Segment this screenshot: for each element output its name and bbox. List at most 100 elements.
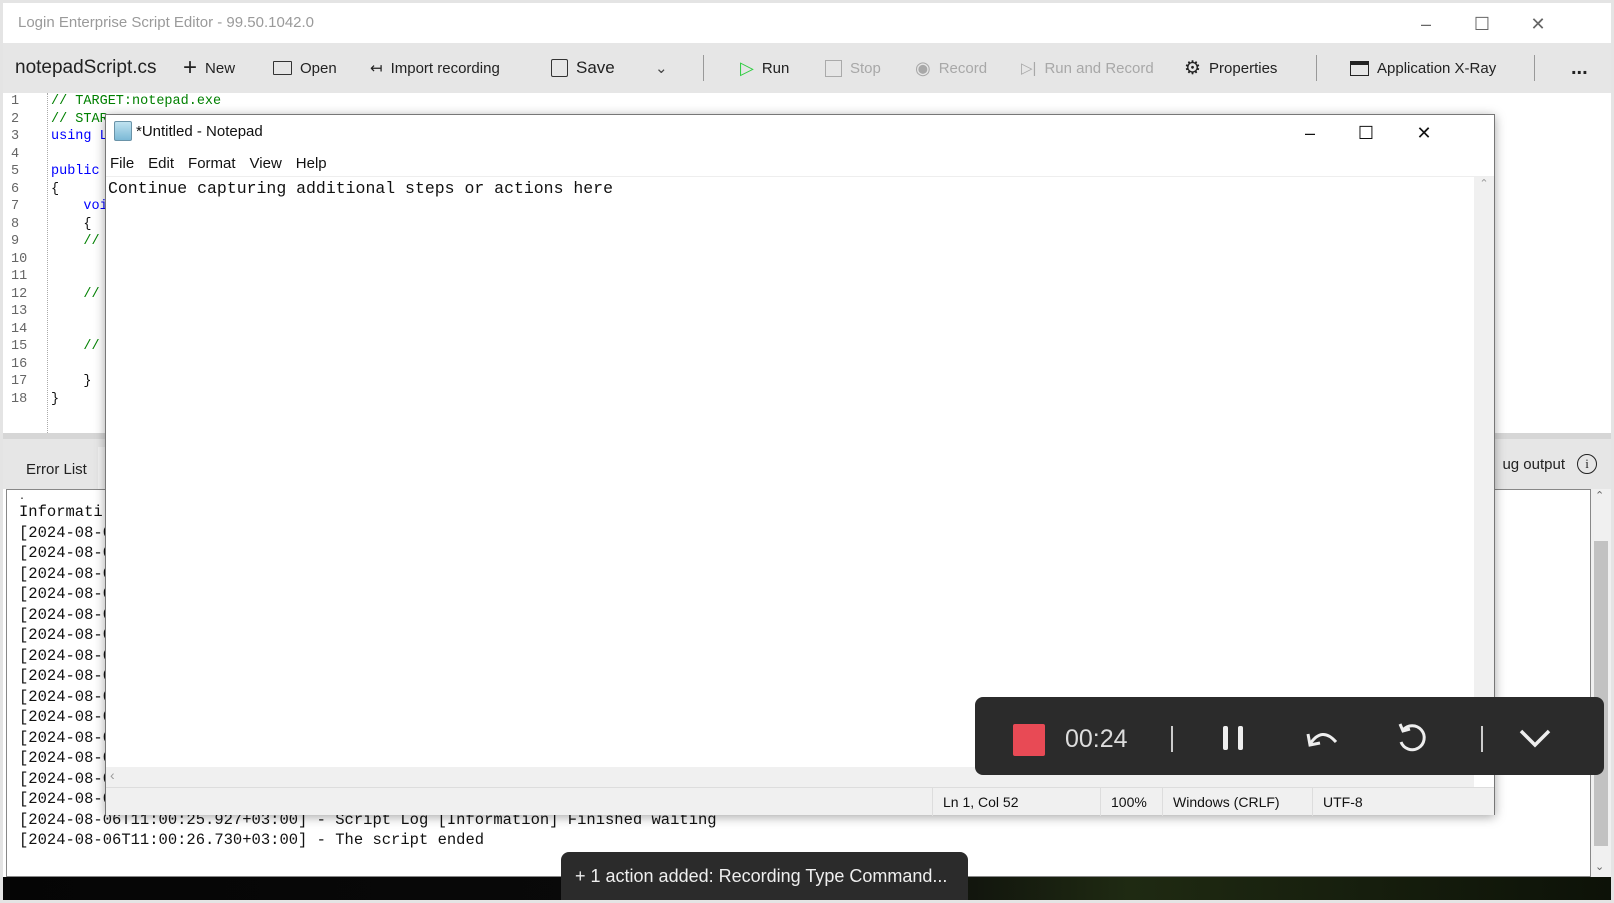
line-number: 14 [11, 321, 28, 337]
import-arrow-icon: ↤ [370, 60, 383, 77]
recorder-divider [1171, 726, 1173, 752]
menu-format[interactable]: Format [188, 155, 236, 172]
gutter-divider [47, 93, 48, 433]
pause-button[interactable] [1212, 716, 1256, 760]
toolbar-divider [703, 55, 704, 81]
line-number: 17 [11, 374, 28, 389]
notepad-status-bar: Ln 1, Col 52 100% Windows (CRLF) UTF-8 [106, 787, 1494, 816]
debug-output-label: ug output [1502, 455, 1565, 473]
recorder-divider [1481, 726, 1483, 752]
code-line: } [51, 374, 92, 389]
line-number: 3 [11, 129, 20, 144]
toolbar: notepadScript.cs + New Open ↤ Import recor… [3, 43, 1611, 93]
more-icon: ... [1571, 56, 1588, 79]
xray-label: Application X-Ray [1377, 59, 1497, 77]
code-line: // TARGET:notepad.exe [51, 94, 222, 109]
save-button[interactable]: Save [551, 43, 615, 93]
code-line: { [51, 181, 60, 197]
record-button[interactable]: ◉ Record [915, 43, 987, 93]
menu-file[interactable]: File [110, 155, 134, 172]
scroll-up-icon[interactable]: ⌃ [1479, 178, 1488, 190]
line-number: 1 [11, 94, 20, 109]
restart-button[interactable] [1390, 716, 1434, 760]
chevron-down-icon: ⌄ [655, 60, 668, 77]
log-line: [2024-08-06T11:00:26.730+03:00] - The sc… [19, 831, 485, 849]
minimize-button[interactable]: – [1403, 9, 1449, 39]
floppy-disk-icon [551, 59, 568, 77]
notepad-close-button[interactable]: ✕ [1396, 119, 1452, 147]
pause-icon [1223, 726, 1243, 750]
menu-help[interactable]: Help [296, 155, 327, 172]
code-line: // [51, 234, 100, 249]
code-line: // STAR [51, 111, 108, 127]
stop-button[interactable]: Stop [825, 43, 881, 93]
tab-error-list[interactable]: Error List [3, 447, 98, 489]
open-label: Open [300, 59, 337, 77]
line-number: 6 [11, 181, 20, 197]
chevron-down-icon [1519, 729, 1551, 748]
more-options-button[interactable]: ... [1571, 43, 1588, 93]
line-number: 16 [11, 356, 28, 372]
run-label: Run [761, 59, 790, 77]
maximize-button[interactable]: ☐ [1459, 9, 1505, 39]
save-label: Save [576, 58, 615, 77]
notepad-vertical-scrollbar[interactable]: ⌃ [1474, 177, 1494, 767]
window-title: Login Enterprise Script Editor - 99.50.1… [18, 14, 315, 31]
notepad-minimize-button[interactable]: – [1282, 119, 1338, 147]
play-icon: ▷ [740, 57, 754, 78]
notepad-title: *Untitled - Notepad [136, 123, 263, 140]
toolbar-divider [1534, 55, 1535, 81]
status-line-ending: Windows (CRLF) [1162, 788, 1312, 816]
code-line: voi [51, 199, 108, 214]
notepad-text-area[interactable]: Continue capturing additional steps or a… [108, 177, 1473, 767]
title-bar: Login Enterprise Script Editor - 99.50.1… [3, 3, 1611, 43]
toolbar-divider [1316, 55, 1317, 81]
status-zoom: 100% [1100, 788, 1162, 816]
open-button[interactable]: Open [273, 43, 337, 93]
line-number: 15 [11, 339, 28, 354]
status-encoding: UTF-8 [1312, 788, 1472, 816]
menu-view[interactable]: View [250, 155, 282, 172]
line-number: 18 [11, 391, 28, 407]
record-label: Record [938, 59, 988, 77]
notepad-maximize-button[interactable]: ☐ [1338, 119, 1394, 147]
scroll-down-icon[interactable]: ⌄ [1595, 860, 1604, 873]
scroll-left-icon[interactable]: ‹ [110, 767, 115, 783]
undo-button[interactable] [1300, 716, 1344, 760]
import-label: Import recording [390, 59, 500, 77]
log-scrollbar[interactable]: ⌃ ⌄ [1591, 489, 1611, 877]
undo-icon [1306, 733, 1338, 747]
menu-edit[interactable]: Edit [148, 155, 174, 172]
code-line: public [51, 164, 100, 179]
info-icon[interactable]: i [1577, 454, 1597, 474]
close-button[interactable]: ✕ [1515, 9, 1561, 39]
stop-icon [825, 59, 842, 77]
log-scrollbar-thumb[interactable] [1594, 541, 1608, 846]
line-number: 12 [11, 286, 28, 302]
gear-icon: ⚙ [1184, 57, 1202, 79]
scroll-up-icon[interactable]: ⌃ [1595, 489, 1604, 502]
code-line: } [51, 391, 60, 407]
script-filename: notepadScript.cs [15, 57, 157, 78]
save-dropdown-button[interactable]: ⌄ [655, 43, 668, 93]
new-button[interactable]: + New [183, 43, 235, 93]
line-number: 7 [11, 199, 20, 214]
run-and-record-button[interactable]: ▷| Run and Record [1021, 43, 1154, 93]
run-and-record-label: Run and Record [1044, 59, 1154, 77]
stop-label: Stop [850, 59, 881, 77]
line-number: 8 [11, 216, 20, 232]
run-button[interactable]: ▷ Run [740, 43, 789, 93]
line-number: 13 [11, 304, 28, 319]
stop-recording-button[interactable] [1013, 724, 1045, 756]
action-added-toast: + 1 action added: Recording Type Command… [561, 852, 968, 900]
application-xray-button[interactable]: Application X-Ray [1350, 43, 1496, 93]
tab-debug-output[interactable]: ug output i [1502, 439, 1597, 489]
recording-timer: 00:24 [1065, 725, 1128, 753]
folder-icon [273, 61, 292, 75]
step-play-icon: ▷| [1021, 60, 1037, 77]
import-recording-button[interactable]: ↤ Import recording [370, 43, 500, 93]
properties-button[interactable]: ⚙ Properties [1184, 43, 1277, 93]
line-number: 2 [11, 111, 20, 127]
collapse-recorder-button[interactable] [1513, 716, 1557, 760]
line-number: 10 [11, 251, 28, 267]
